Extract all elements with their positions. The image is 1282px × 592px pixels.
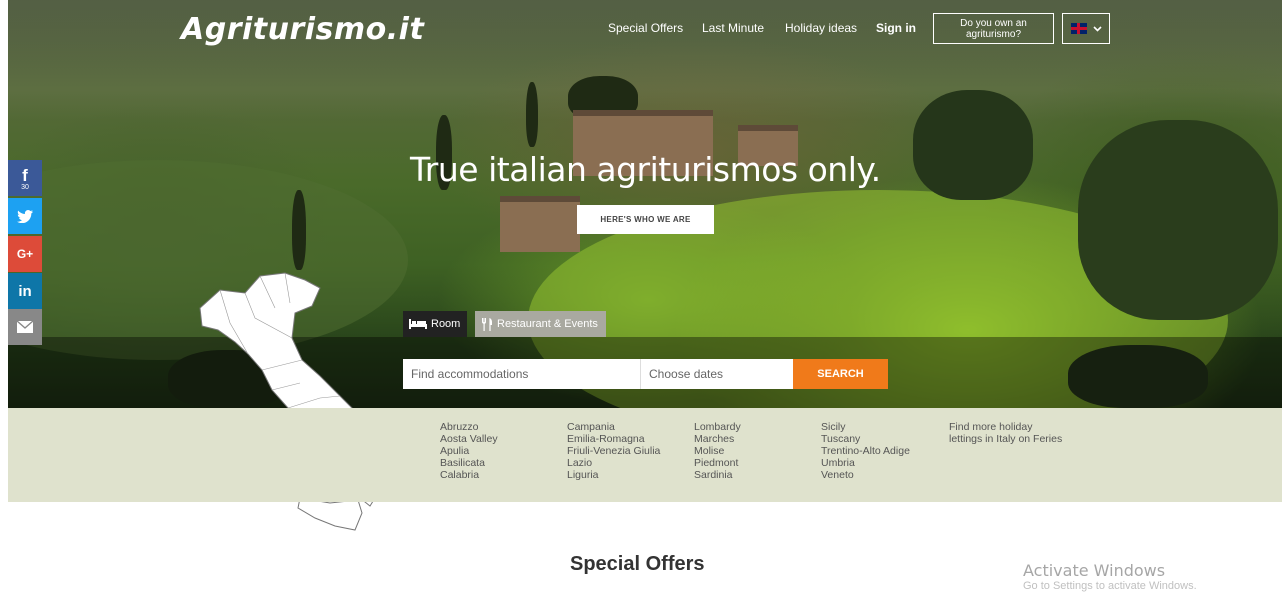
region-link[interactable]: Sardinia — [694, 469, 741, 481]
region-link[interactable]: Calabria — [440, 469, 498, 481]
tree — [913, 90, 1033, 200]
region-link[interactable]: Basilicata — [440, 457, 498, 469]
region-column-4: Sicily Tuscany Trentino-Alto Adige Umbri… — [821, 421, 910, 481]
farmhouse — [500, 196, 580, 252]
region-link[interactable]: Lazio — [567, 457, 660, 469]
region-link[interactable]: Umbria — [821, 457, 910, 469]
region-link[interactable]: Marches — [694, 433, 741, 445]
region-link[interactable]: Apulia — [440, 445, 498, 457]
facebook-share-button[interactable]: f 30 — [8, 160, 42, 196]
bed-icon — [409, 319, 427, 329]
feries-link-line: lettings in Italy on Feries — [949, 433, 1063, 445]
search-form: SEARCH — [403, 359, 888, 389]
nav-special-offers[interactable]: Special Offers — [608, 21, 683, 35]
facebook-count: 30 — [21, 183, 29, 191]
feries-link-line: Find more holiday — [949, 421, 1033, 433]
region-column-2: Campania Emilia-Romagna Friuli-Venezia G… — [567, 421, 660, 481]
tab-room[interactable]: Room — [403, 311, 467, 337]
google-plus-icon: G+ — [16, 247, 34, 261]
region-column-1: Abruzzo Aosta Valley Apulia Basilicata C… — [440, 421, 498, 481]
site-logo[interactable]: Agriturismo.it — [181, 12, 424, 47]
linkedin-icon: in — [18, 282, 32, 300]
region-link[interactable]: Emilia-Romagna — [567, 433, 660, 445]
region-link[interactable]: Trentino-Alto Adige — [821, 445, 910, 457]
tab-restaurant-label: Restaurant & Events — [497, 318, 598, 330]
region-link[interactable]: Sicily — [821, 421, 910, 433]
tab-restaurant-events[interactable]: Restaurant & Events — [475, 311, 606, 337]
activate-windows-watermark: Activate Windows — [1023, 561, 1166, 580]
search-button[interactable]: SEARCH — [793, 359, 888, 389]
facebook-icon: f — [22, 165, 28, 185]
region-link[interactable]: Liguria — [567, 469, 660, 481]
region-link[interactable]: Piedmont — [694, 457, 741, 469]
region-link[interactable]: Friuli-Venezia Giulia — [567, 445, 660, 457]
google-plus-share-button[interactable]: G+ — [8, 236, 42, 272]
nav-sign-in[interactable]: Sign in — [876, 21, 916, 35]
hero-headline: True italian agriturismos only. — [410, 150, 881, 189]
region-link[interactable]: Veneto — [821, 469, 910, 481]
nav-holiday-ideas[interactable]: Holiday ideas — [785, 21, 857, 35]
who-we-are-button[interactable]: HERE'S WHO WE ARE — [577, 205, 714, 234]
nav-last-minute[interactable]: Last Minute — [702, 21, 764, 35]
accommodations-input[interactable] — [403, 359, 641, 389]
region-link[interactable]: Tuscany — [821, 433, 910, 445]
region-link[interactable]: Abruzzo — [440, 421, 498, 433]
cypress-tree — [526, 82, 538, 147]
twitter-share-button[interactable] — [8, 198, 42, 234]
email-share-button[interactable] — [8, 309, 42, 345]
dates-input[interactable] — [641, 359, 793, 389]
region-column-3: Lombardy Marches Molise Piedmont Sardini… — [694, 421, 741, 481]
email-icon — [17, 321, 33, 333]
uk-flag-icon — [1070, 23, 1087, 34]
language-selector[interactable] — [1062, 13, 1110, 44]
fork-knife-icon — [482, 317, 492, 331]
own-agriturismo-button[interactable]: Do you own an agriturismo? — [933, 13, 1054, 44]
feries-link[interactable]: Find more holiday lettings in Italy on F… — [949, 421, 1062, 445]
activate-windows-subtext: Go to Settings to activate Windows. — [1023, 580, 1197, 592]
region-link[interactable]: Molise — [694, 445, 741, 457]
linkedin-share-button[interactable]: in — [8, 273, 42, 309]
cypress-tree — [292, 190, 306, 270]
tree — [1078, 120, 1278, 320]
region-link[interactable]: Aosta Valley — [440, 433, 498, 445]
region-link[interactable]: Campania — [567, 421, 660, 433]
chevron-down-icon — [1092, 25, 1102, 32]
special-offers-heading: Special Offers — [570, 553, 705, 575]
tab-room-label: Room — [431, 318, 461, 330]
region-link[interactable]: Lombardy — [694, 421, 741, 433]
twitter-icon — [17, 209, 33, 223]
